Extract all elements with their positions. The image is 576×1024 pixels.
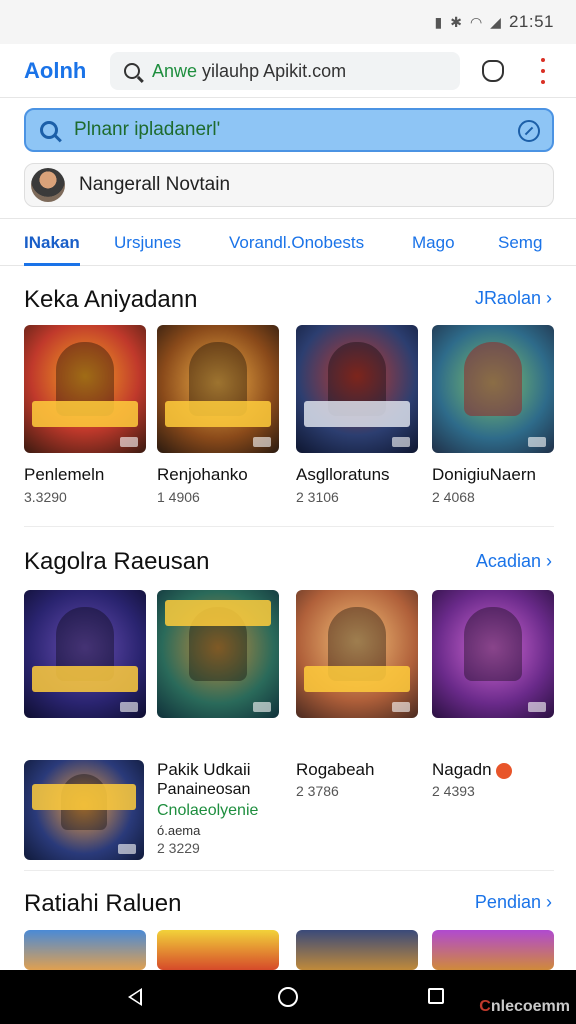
app-meta: 1 4906 (157, 489, 200, 505)
app-icon-tile[interactable] (432, 325, 554, 453)
section-link-label: Acadian (475, 551, 541, 571)
app-icon-tile[interactable] (296, 325, 418, 453)
app-icon-tile[interactable] (24, 930, 146, 970)
url-text[interactable]: Anwe yilauhp Apikit.com (152, 61, 346, 82)
recents-icon[interactable] (428, 988, 444, 1004)
browser-toolbar: Aolnh Anwe yilauhp Apikit.com (0, 44, 576, 98)
app-subtitle: Panaineosan (157, 781, 251, 798)
app-meta: 2 4068 (432, 489, 475, 505)
section-divider (24, 526, 554, 527)
back-icon[interactable] (128, 988, 142, 1006)
tab-semg[interactable]: Semg (498, 233, 542, 253)
tab-mago[interactable]: Mago (412, 233, 455, 253)
app-icon-tile[interactable] (432, 930, 554, 970)
status-bar: ▮ ✱ ◠ ◢ 21:51 (0, 0, 576, 44)
url-highlight: Anwe (152, 60, 198, 81)
chevron-right-icon: › (546, 288, 552, 308)
section-more-link[interactable]: Acadian › (476, 551, 552, 572)
account-row[interactable]: Nangerall Novtain (24, 163, 554, 207)
app-name[interactable]: Asglloratuns (296, 465, 390, 485)
app-meta: 2 3106 (296, 489, 339, 505)
bluetooth-icon: ✱ (450, 13, 462, 30)
app-icon-tile[interactable] (24, 590, 146, 718)
section-divider (24, 870, 554, 871)
badge-icon (496, 762, 513, 779)
search-input[interactable]: Plnanr ipladanerl' (24, 108, 554, 152)
address-bar[interactable]: Anwe yilauhp Apikit.com (110, 52, 460, 90)
app-meta: 2 3786 (296, 783, 339, 799)
section-link-label: JRaolan (474, 288, 541, 308)
app-name[interactable]: Nagadn (432, 760, 513, 780)
app-name[interactable]: Pakik Udkaii (157, 760, 251, 780)
battery-icon: ▮ (434, 13, 443, 30)
url-rest: yilauhp Apikit.com (197, 60, 347, 81)
section-link-label: Pendian (474, 892, 541, 912)
app-icon-tile[interactable] (24, 325, 146, 453)
app-meta: 2 3229 (157, 840, 200, 856)
app-icon-tile[interactable] (432, 590, 554, 718)
kebab-menu-icon[interactable] (540, 58, 546, 84)
watermark: Cnlecoemm (479, 998, 570, 1015)
app-icon-tile[interactable] (157, 590, 279, 718)
section-title: Ratiahi Raluen (24, 890, 182, 917)
wifi-icon: ◠ (469, 13, 483, 30)
tab-vorandl[interactable]: Vorandl.Onobests (229, 233, 364, 253)
app-icon-tile[interactable] (24, 760, 144, 860)
app-meta: 3.3290 (24, 489, 67, 505)
section-more-link[interactable]: JRaolan › (475, 288, 552, 309)
search-icon (40, 121, 58, 139)
app-name-text: Nagadn (432, 760, 492, 779)
avatar (31, 168, 65, 202)
search-placeholder: Plnanr ipladanerl' (74, 119, 221, 140)
section-title: Keka Aniyadann (24, 286, 198, 313)
app-name[interactable]: Renjohanko (157, 465, 248, 485)
app-icon-tile[interactable] (157, 930, 279, 970)
system-nav-bar: Cnlecoemm (0, 970, 576, 1024)
app-name[interactable]: Rogabeah (296, 760, 374, 780)
shield-icon[interactable] (482, 60, 504, 82)
category-tabs: INakan Ursjunes Vorandl.Onobests Mago Se… (0, 218, 576, 266)
app-icon-tile[interactable] (296, 930, 418, 970)
app-icon-tile[interactable] (157, 325, 279, 453)
home-icon[interactable] (278, 987, 298, 1007)
compass-icon[interactable] (518, 120, 540, 142)
app-name[interactable]: DonigiuNaern (432, 465, 536, 485)
app-promo: Cnolaeolyenie (157, 802, 259, 819)
section-more-link[interactable]: Pendian › (475, 892, 552, 913)
section-title: Kagolra Raeusan (24, 548, 210, 575)
tab-inakan[interactable]: INakan (24, 233, 80, 266)
app-meta: 2 4393 (432, 783, 475, 799)
chevron-right-icon: › (546, 551, 552, 571)
status-time: 21:51 (508, 12, 554, 31)
account-name: Nangerall Novtain (79, 174, 231, 195)
app-icon-tile[interactable] (296, 590, 418, 718)
signal-icon: ◢ (490, 13, 501, 30)
search-icon (124, 63, 140, 79)
app-name[interactable]: Penlemeln (24, 465, 104, 485)
app-note: ó.aema (157, 823, 201, 838)
chevron-right-icon: › (546, 892, 552, 912)
tab-ursjunes[interactable]: Ursjunes (114, 233, 181, 253)
app-logo[interactable]: Aolnh (24, 58, 86, 84)
